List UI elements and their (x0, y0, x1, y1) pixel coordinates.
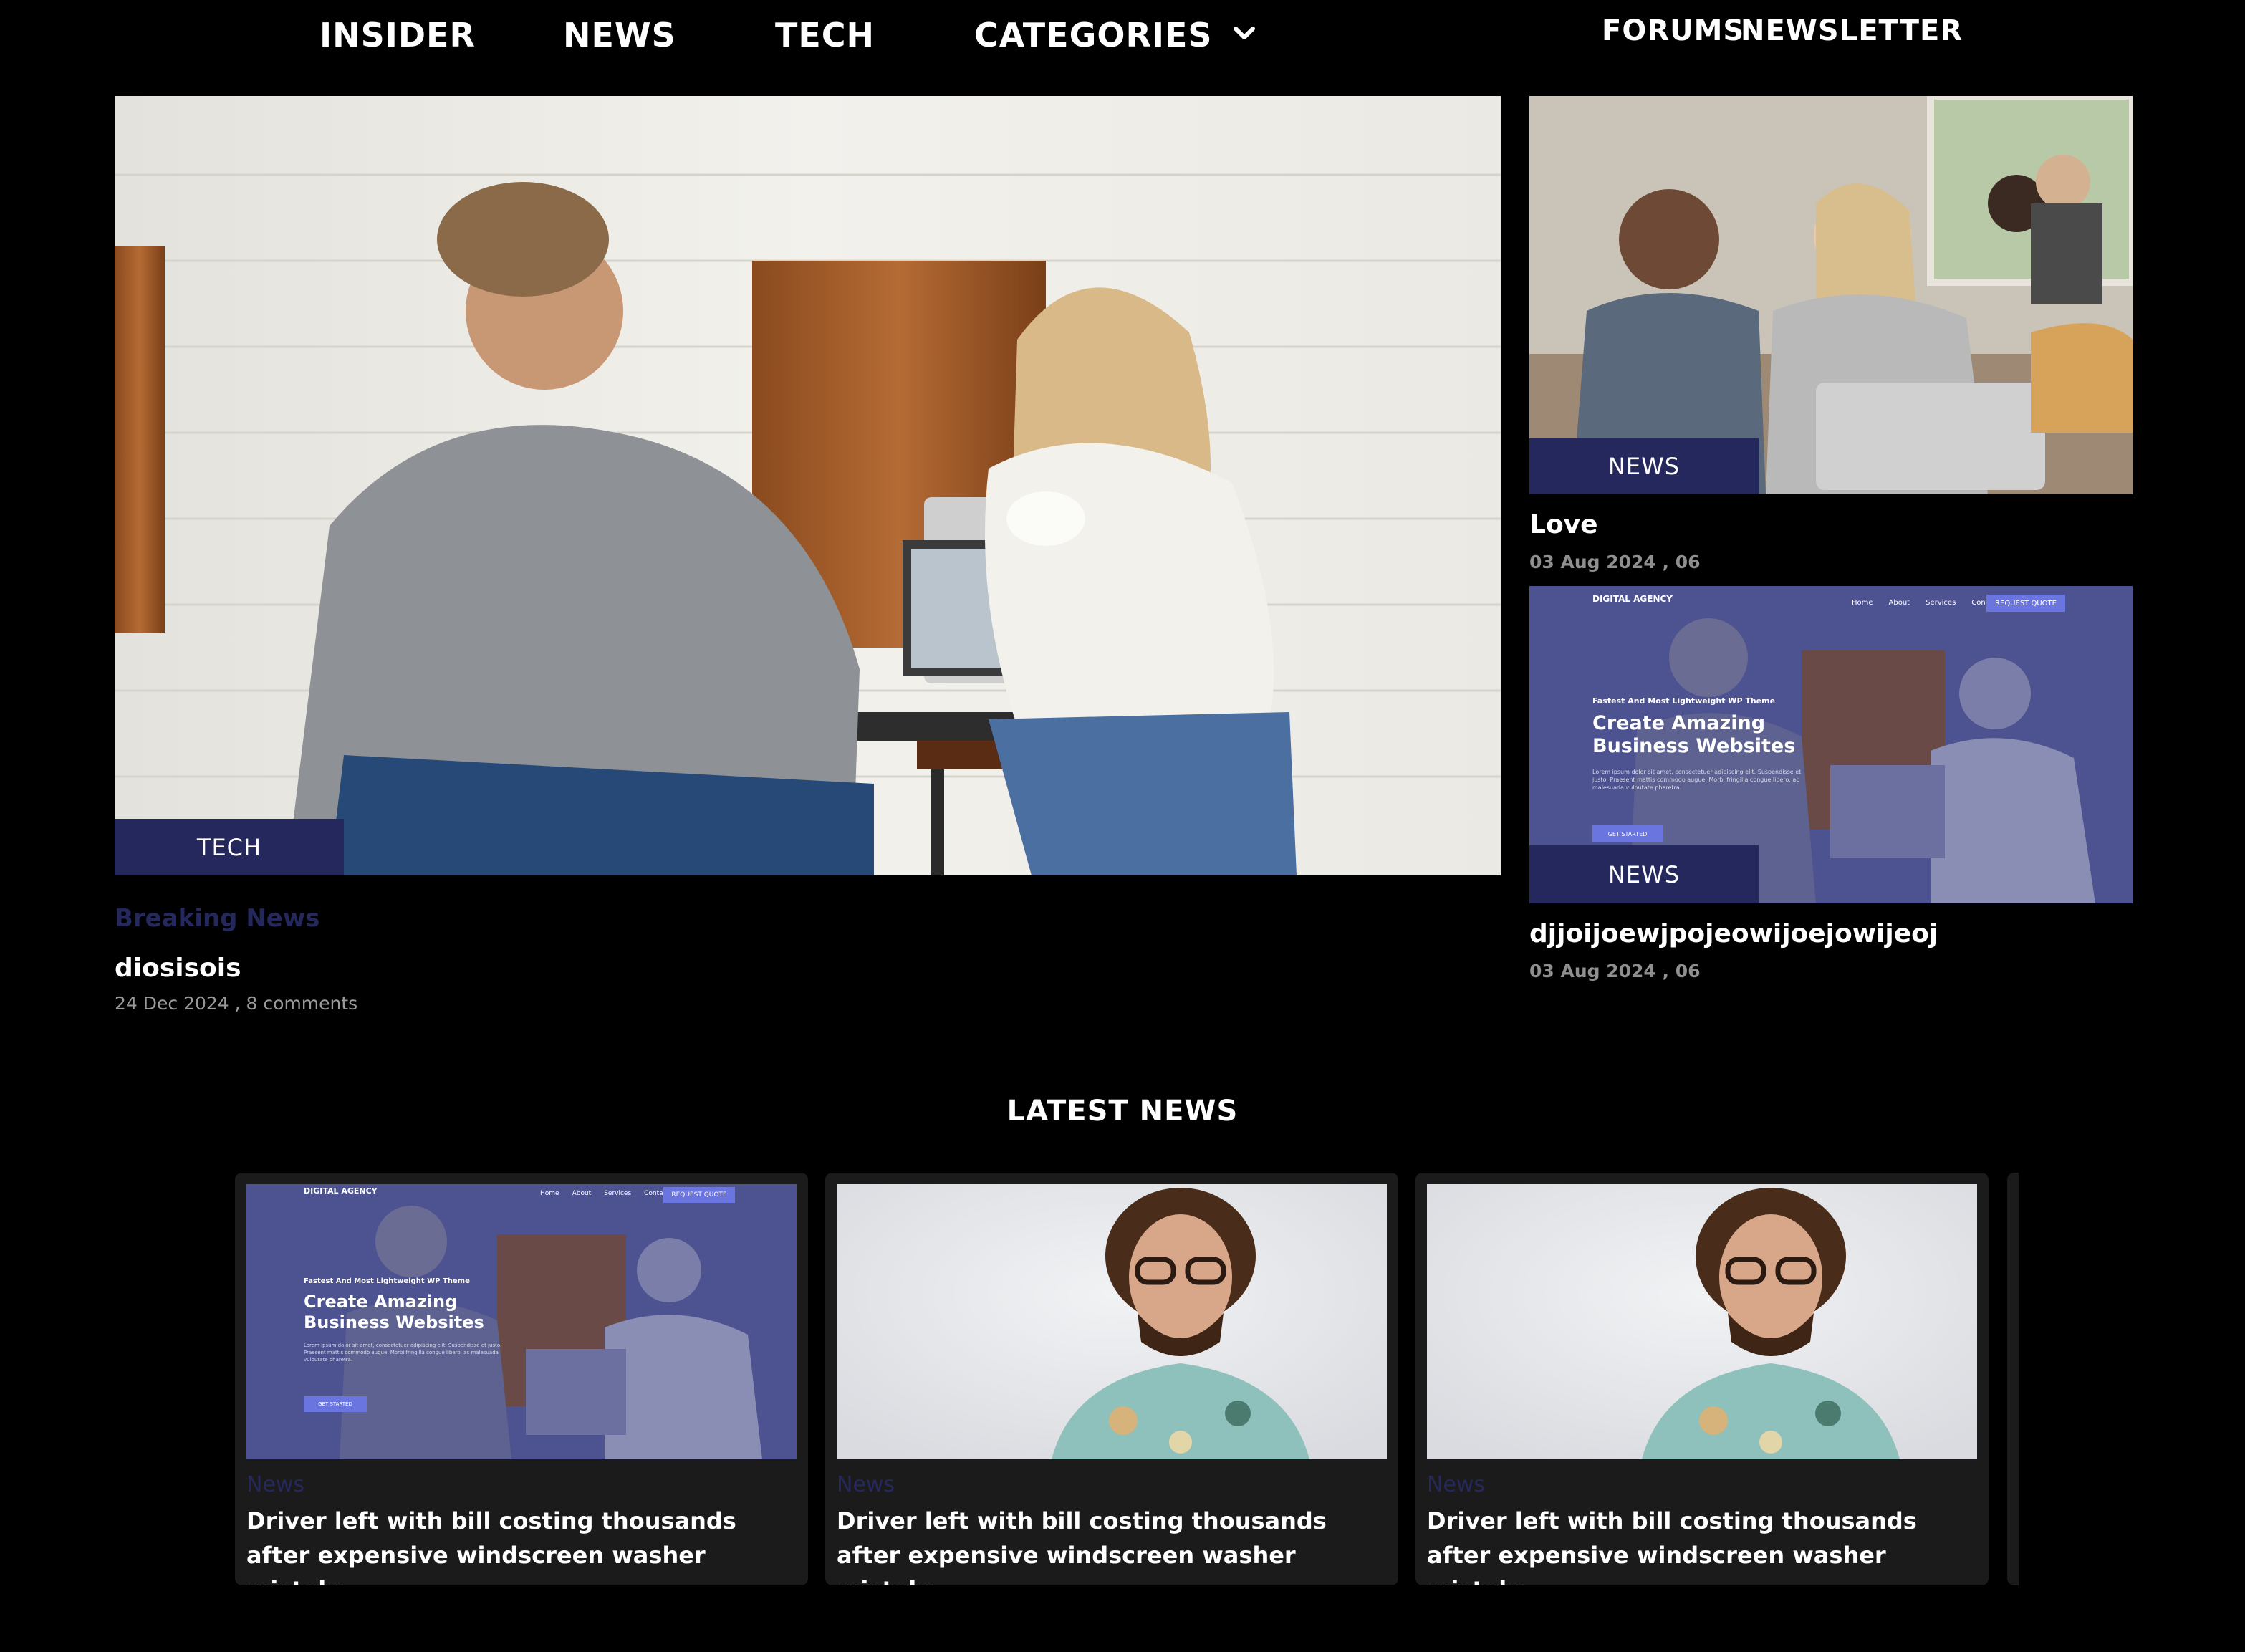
hero-category-badge[interactable]: TECH (115, 819, 344, 875)
mock-menu-services: Services (1926, 599, 1956, 607)
news-card-category[interactable]: News (1427, 1472, 1485, 1497)
news-card-image[interactable]: DIGITAL AGENCY Home About Services Conta… (246, 1184, 797, 1459)
news-card[interactable]: News Driver left with bill costing thous… (825, 1173, 1398, 1585)
mock-menu: Home About Services Contact (1852, 599, 1999, 607)
mock-headline-line-2: Business Websites (304, 1312, 484, 1332)
mock-body: Lorem ipsum dolor sit amet, consectetuer… (304, 1343, 502, 1363)
mock-eyebrow: Fastest And Most Lightweight WP Theme (1592, 696, 1776, 706)
mock-logo: DIGITAL AGENCY (1592, 594, 1673, 604)
side-article-2-title[interactable]: djjoijoewjpojeowijoejowijeoj (1529, 919, 1938, 949)
hero-meta: 24 Dec 2024 , 8 comments (115, 993, 358, 1014)
mock-cta: REQUEST QUOTE (1986, 595, 2065, 612)
hero-title[interactable]: diosisois (115, 954, 241, 983)
news-card-peek[interactable] (2007, 1173, 2019, 1585)
mock-cta: REQUEST QUOTE (663, 1187, 735, 1203)
latest-news-title: LATEST NEWS (1006, 1095, 1239, 1128)
news-card-headline[interactable]: Driver left with bill costing thousands … (246, 1504, 791, 1585)
news-card-category[interactable]: News (837, 1472, 895, 1497)
side-article-1-title[interactable]: Love (1529, 510, 1598, 539)
news-card[interactable]: News Driver left with bill costing thous… (1415, 1173, 1989, 1585)
nav-categories[interactable]: CATEGORIES (974, 16, 1259, 54)
mock-headline: Create Amazing Business Websites (304, 1292, 484, 1333)
mock-menu-about: About (572, 1190, 592, 1197)
mock-menu: Home About Services Contact (540, 1190, 669, 1197)
nav-forums[interactable]: FORUMS (1602, 14, 1744, 47)
mock-headline-line-1: Create Amazing (304, 1292, 458, 1312)
news-card-headline[interactable]: Driver left with bill costing thousands … (1427, 1504, 1971, 1585)
nav-newsletter[interactable]: NEWSLETTER (1741, 14, 1963, 47)
mock-headline-line-2: Business Websites (1592, 735, 1796, 757)
nav-insider[interactable]: INSIDER (319, 16, 476, 54)
chevron-down-icon (1233, 27, 1255, 39)
nav-tech[interactable]: TECH (775, 16, 875, 54)
mock-menu-home: Home (540, 1190, 559, 1197)
mock-menu-services: Services (604, 1190, 632, 1197)
side-article-1-meta: 03 Aug 2024 , 06 (1529, 552, 1701, 572)
side-article-1-image[interactable] (1529, 96, 2133, 494)
breaking-news-label: Breaking News (115, 904, 320, 933)
nav-news[interactable]: NEWS (563, 16, 676, 54)
news-card-category[interactable]: News (246, 1472, 304, 1497)
mock-button: GET STARTED (1592, 825, 1663, 842)
side-article-2-badge[interactable]: NEWS (1529, 845, 1759, 903)
top-nav: INSIDER NEWS TECH CATEGORIES FORUMS NEWS… (0, 0, 2245, 79)
mock-menu-home: Home (1852, 599, 1873, 607)
news-card-image[interactable] (1427, 1184, 1977, 1459)
mock-body: Lorem ipsum dolor sit amet, consectetuer… (1592, 769, 1802, 791)
mock-headline-line-1: Create Amazing (1592, 712, 1766, 734)
news-card-image[interactable] (837, 1184, 1387, 1459)
mock-eyebrow: Fastest And Most Lightweight WP Theme (304, 1277, 470, 1285)
hero-image[interactable] (115, 96, 1501, 875)
news-card-headline[interactable]: Driver left with bill costing thousands … (837, 1504, 1381, 1585)
mock-logo: DIGITAL AGENCY (304, 1186, 378, 1196)
mock-headline: Create Amazing Business Websites (1592, 712, 1795, 758)
nav-categories-label: CATEGORIES (974, 16, 1213, 54)
side-article-2-meta: 03 Aug 2024 , 06 (1529, 961, 1701, 981)
news-card[interactable]: DIGITAL AGENCY Home About Services Conta… (235, 1173, 808, 1585)
side-article-1-badge[interactable]: NEWS (1529, 438, 1759, 494)
mock-button: GET STARTED (304, 1396, 367, 1412)
mock-menu-about: About (1888, 599, 1910, 607)
